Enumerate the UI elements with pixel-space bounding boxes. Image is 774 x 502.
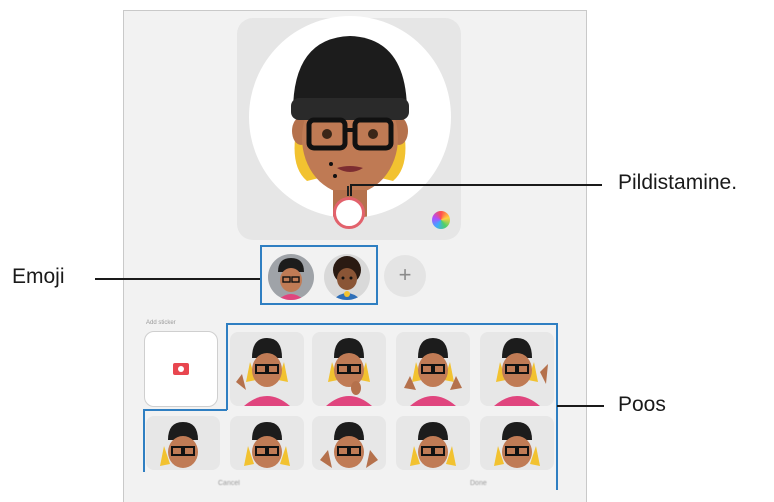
poses-callout-label: Poos bbox=[618, 393, 666, 416]
emoji-callout-label: Emoji bbox=[12, 265, 65, 288]
capture-callout-label: Pildistamine. bbox=[618, 171, 738, 194]
poses-highlight-box bbox=[143, 323, 558, 490]
emoji-callout-line bbox=[95, 278, 260, 280]
capture-callout-tick bbox=[350, 184, 352, 196]
poses-callout-line bbox=[557, 405, 604, 407]
capture-callout-line bbox=[352, 184, 602, 186]
